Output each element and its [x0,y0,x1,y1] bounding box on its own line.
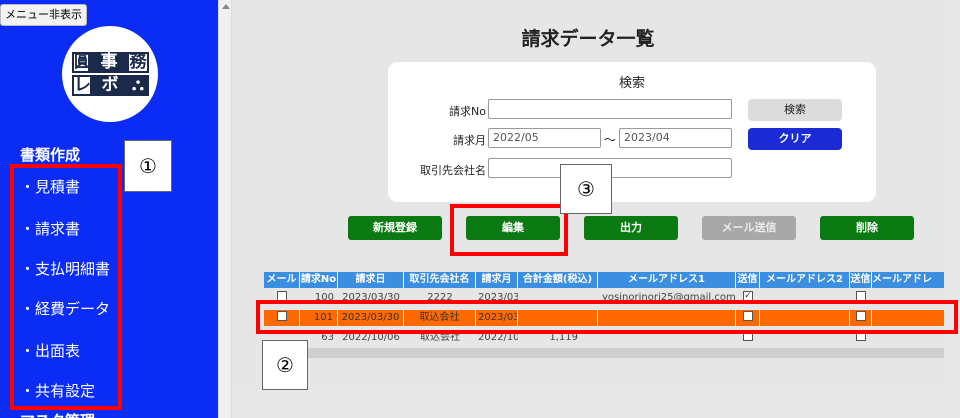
col-header-email1[interactable]: メールアドレス1 [598,272,736,288]
new-button[interactable]: 新規登録 [348,216,442,240]
app-window: メニュー非表示 圓 事 レ 務 ボ ⛬ 書類作成 ・見積書 ・請求書 ・支払明細… [0,0,960,418]
annotation-box-sidebar [10,164,122,410]
col-header-invoice-month[interactable]: 請求月 [476,272,518,288]
logo-cell: ボ [91,75,129,96]
col-header-invoice-date[interactable]: 請求日 [338,272,404,288]
col-header-sent1[interactable]: 送信 [736,272,760,288]
col-header-email3[interactable]: メールアドレ [872,272,944,288]
logo-cell: 事 [89,52,129,73]
search-panel: 検索 請求No 検索 請求月 2022/05 ～ 2023/04 クリア 取引先… [388,62,876,202]
invoice-no-label: 請求No [449,105,486,118]
logo-cell: ⛬ [127,75,149,96]
annotation-label-2: ② [262,340,308,390]
col-header-email2[interactable]: メールアドレス2 [760,272,850,288]
invoice-month-label: 請求月 [453,134,486,147]
logo-cell: 務 [127,52,149,73]
logo-cell: 圓 [72,52,91,73]
table-header: メール 請求No 請求日 取引先会社名 請求月 合計金額(税込) メールアドレス… [264,272,944,288]
col-header-client[interactable]: 取引先会社名 [404,272,476,288]
annotation-box-row [256,300,958,334]
month-to-input[interactable]: 2023/04 [619,128,732,148]
client-name-label: 取引先会社名 [420,164,486,177]
search-title: 検索 [618,76,645,91]
table-horizontal-scrollbar[interactable] [264,348,944,358]
col-header-mail[interactable]: メール [264,272,300,288]
hide-menu-button[interactable]: メニュー非表示 [0,4,87,26]
page-title: 請求データ一覧 [521,28,655,50]
section-title-documents: 書類作成 [20,146,81,164]
invoice-no-input[interactable] [488,99,732,119]
annotation-label-1: ① [124,140,172,192]
search-button[interactable]: 検索 [748,99,842,121]
send-mail-button[interactable]: メール送信 [702,216,796,240]
sidebar-scrollbar[interactable] [218,0,232,418]
month-range-separator: ～ [604,133,617,147]
col-header-invoice-no[interactable]: 請求No [300,272,338,288]
section-title-master: マスタ管理 [20,410,95,418]
logo: 圓 事 レ 務 ボ ⛬ [62,26,158,122]
col-header-sent2[interactable]: 送信 [850,272,872,288]
output-button[interactable]: 出力 [584,216,678,240]
scroll-up-icon[interactable] [222,4,230,9]
col-header-total[interactable]: 合計金額(税込) [518,272,598,288]
clear-button[interactable]: クリア [748,128,842,150]
annotation-box-edit [450,204,568,256]
logo-cell: レ [72,75,92,96]
delete-button[interactable]: 削除 [820,216,914,240]
annotation-label-3: ③ [560,164,612,214]
logo-mark: 圓 事 レ 務 ボ ⛬ [72,52,149,98]
month-from-input[interactable]: 2022/05 [488,128,601,148]
